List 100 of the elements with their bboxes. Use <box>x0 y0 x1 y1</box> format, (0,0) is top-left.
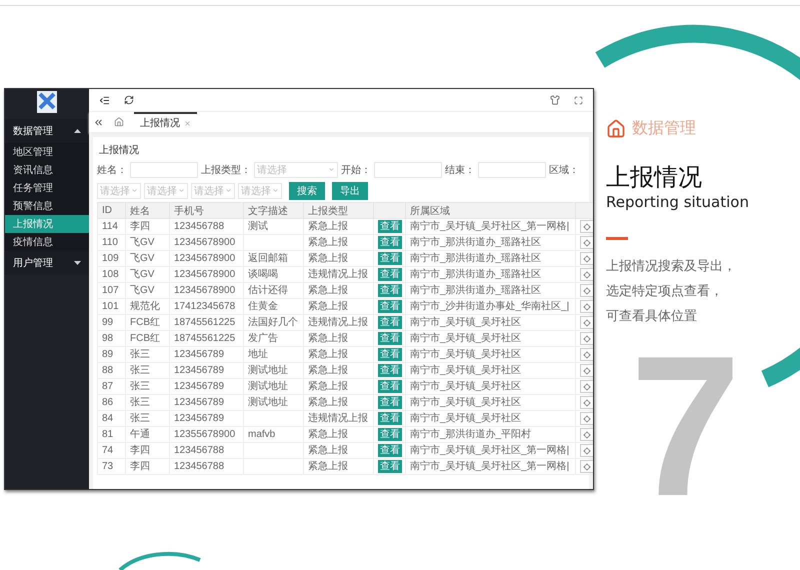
view-button[interactable]: 查看 <box>378 284 402 296</box>
view-button[interactable]: 查看 <box>378 428 402 440</box>
view-button[interactable]: 查看 <box>378 316 402 328</box>
table-cell: 飞GV <box>126 250 170 266</box>
locate-button[interactable] <box>580 380 592 393</box>
table-cell: 123456788 <box>170 218 244 234</box>
refresh-icon[interactable] <box>124 95 134 105</box>
caret-icon <box>131 187 138 194</box>
locate-button[interactable] <box>580 268 592 281</box>
locate-button[interactable] <box>580 364 592 377</box>
page-number: 7 <box>630 352 742 502</box>
sidebar-group[interactable]: 用户管理 <box>5 251 89 275</box>
table-cell: 南宁市_吴圩镇_吴圩社区 <box>406 346 576 362</box>
sidebar-group[interactable]: 数据管理 <box>5 119 89 143</box>
locate-button[interactable] <box>580 396 592 409</box>
table-cell: 101 <box>98 298 126 314</box>
sidebar-item[interactable]: 疫情信息 <box>5 233 89 251</box>
table-cell: FCB红 <box>126 314 170 330</box>
view-button[interactable]: 查看 <box>378 252 402 264</box>
table-cell: 紧急上报 <box>304 378 374 394</box>
table-cell: 估计还得 <box>244 282 304 298</box>
locate-button[interactable] <box>580 460 592 473</box>
table-cell: 发广告 <box>244 330 304 346</box>
caret-icon <box>328 166 335 173</box>
column-header: 手机号 <box>170 202 244 218</box>
table-cell: mafvb <box>244 426 304 442</box>
section-label: 数据管理 <box>632 118 696 139</box>
caret-icon <box>74 129 81 133</box>
field-label: 开始： <box>341 164 371 176</box>
table-cell: 12345678900 <box>170 250 244 266</box>
view-button[interactable]: 查看 <box>378 332 402 344</box>
locate-button[interactable] <box>580 300 592 313</box>
locate-button[interactable] <box>580 332 592 345</box>
table-cell: 108 <box>98 266 126 282</box>
view-button[interactable]: 查看 <box>378 236 402 248</box>
sidebar-item[interactable]: 预警信息 <box>5 197 89 215</box>
table-cell: 73 <box>98 458 126 474</box>
select-field[interactable]: 请选择 <box>144 182 188 198</box>
table-cell: 紧急上报 <box>304 234 374 250</box>
table-cell: 86 <box>98 394 126 410</box>
field-label: 姓名： <box>97 164 127 176</box>
view-button[interactable]: 查看 <box>378 348 402 360</box>
table-cell: 南宁市_吴圩镇_吴圩社区 <box>406 330 576 346</box>
locate-button[interactable] <box>580 348 592 361</box>
view-button[interactable]: 查看 <box>378 412 402 424</box>
table-cell: 南宁市_吴圩镇_吴圩社区 <box>406 410 576 426</box>
table-cell: 107 <box>98 282 126 298</box>
view-button[interactable]: 查看 <box>378 460 402 472</box>
select-field[interactable]: 请选择 <box>97 182 141 198</box>
view-button[interactable]: 查看 <box>378 364 402 376</box>
input-field[interactable] <box>374 162 442 178</box>
home-icon[interactable] <box>114 117 124 127</box>
view-button[interactable]: 查看 <box>378 444 402 456</box>
table-cell: 违规情况上报 <box>304 266 374 282</box>
table-cell: 12355678900 <box>170 426 244 442</box>
table-cell: 飞GV <box>126 282 170 298</box>
locate-button[interactable] <box>580 220 592 233</box>
table-cell: 18745561225 <box>170 314 244 330</box>
logo-icon <box>37 91 57 113</box>
input-field[interactable] <box>478 162 546 178</box>
sidebar-item[interactable]: 任务管理 <box>5 179 89 197</box>
locate-button[interactable] <box>580 284 592 297</box>
sidebar-item[interactable]: 地区管理 <box>5 143 89 161</box>
table-cell: 飞GV <box>126 266 170 282</box>
view-button[interactable]: 查看 <box>378 396 402 408</box>
sidebar-item[interactable]: 资讯信息 <box>5 161 89 179</box>
locate-button[interactable] <box>580 252 592 265</box>
table-cell: 张三 <box>126 346 170 362</box>
view-button[interactable]: 查看 <box>378 220 402 232</box>
caret-icon <box>272 187 279 194</box>
view-button[interactable]: 查看 <box>378 300 402 312</box>
locate-button[interactable] <box>580 316 592 329</box>
select-field[interactable]: 请选择 <box>191 182 235 198</box>
table-cell: 12345678900 <box>170 282 244 298</box>
select-field[interactable]: 请选择 <box>238 182 282 198</box>
menu-icon[interactable] <box>99 94 110 106</box>
card-title: 上报情况 <box>98 144 140 158</box>
field-label: 区域： <box>549 164 579 176</box>
view-button[interactable]: 查看 <box>378 380 402 392</box>
back-icon[interactable] <box>93 116 104 128</box>
table-cell: 紧急上报 <box>304 298 374 314</box>
table-cell: 紧急上报 <box>304 458 374 474</box>
export-button[interactable]: 导出 <box>332 182 368 200</box>
fullscreen-icon[interactable] <box>574 96 583 104</box>
locate-button[interactable] <box>580 236 592 249</box>
column-header: 姓名 <box>126 202 170 218</box>
locate-button[interactable] <box>580 428 592 441</box>
locate-button[interactable] <box>580 444 592 457</box>
locate-button[interactable] <box>580 412 592 425</box>
table-cell: 123456789 <box>170 378 244 394</box>
search-button[interactable]: 搜索 <box>289 182 325 200</box>
sidebar-item[interactable]: 上报情况 <box>5 215 89 233</box>
table-cell: 李四 <box>126 218 170 234</box>
input-field[interactable] <box>130 162 198 178</box>
select-field[interactable]: 请选择 <box>254 162 338 178</box>
view-button[interactable]: 查看 <box>378 268 402 280</box>
table-cell: 南宁市_那洪街道办_瑶路社区 <box>406 282 576 298</box>
table-cell: 法国好几个 <box>244 314 304 330</box>
table-cell: 123456789 <box>170 362 244 378</box>
theme-icon[interactable] <box>550 95 560 105</box>
